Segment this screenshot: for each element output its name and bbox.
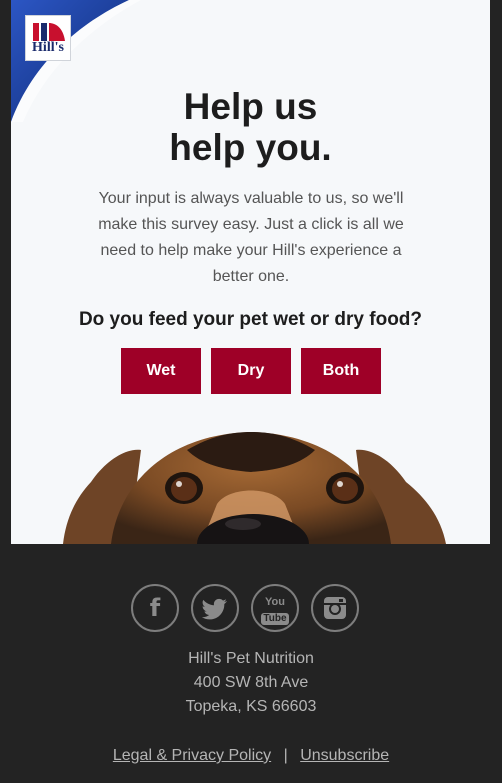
- twitter-icon: [201, 598, 227, 620]
- dry-button[interactable]: Dry: [211, 348, 291, 394]
- youtube-link[interactable]: You Tube: [251, 584, 299, 632]
- youtube-icon-bottom: Tube: [261, 613, 289, 625]
- legal-privacy-link[interactable]: Legal & Privacy Policy: [113, 747, 271, 764]
- survey-question: Do you feed your pet wet or dry food?: [78, 309, 423, 330]
- unsubscribe-link[interactable]: Unsubscribe: [300, 747, 389, 764]
- instagram-link[interactable]: [311, 584, 359, 632]
- headline-line-2: help you.: [169, 127, 332, 168]
- company-name: Hill's Pet Nutrition: [188, 650, 314, 667]
- youtube-icon-top: You: [265, 596, 285, 608]
- link-separator: |: [283, 747, 288, 764]
- wet-button[interactable]: Wet: [121, 348, 201, 394]
- intro-text: Your input is always valuable to us, so …: [98, 190, 404, 285]
- instagram-icon: [324, 597, 346, 619]
- facebook-icon: f: [149, 594, 161, 622]
- page-title: Help us help you.: [11, 86, 490, 168]
- address-street: 400 SW 8th Ave: [193, 674, 309, 691]
- facebook-link[interactable]: f: [131, 584, 179, 632]
- twitter-link[interactable]: [191, 584, 239, 632]
- email-card: Hill's Help us help you. Your input is a…: [11, 0, 490, 544]
- both-button[interactable]: Both: [301, 348, 381, 394]
- address-city: Topeka, KS 66603: [185, 698, 317, 715]
- hills-logo-mark-icon: [33, 23, 65, 41]
- dog-photo: [63, 432, 446, 544]
- footer-links: Legal & Privacy Policy | Unsubscribe: [0, 747, 502, 765]
- logo-wordmark: Hill's: [32, 40, 64, 55]
- hills-logo[interactable]: Hill's: [25, 15, 71, 61]
- youtube-icon: You Tube: [253, 597, 297, 626]
- headline-line-1: Help us: [183, 86, 318, 127]
